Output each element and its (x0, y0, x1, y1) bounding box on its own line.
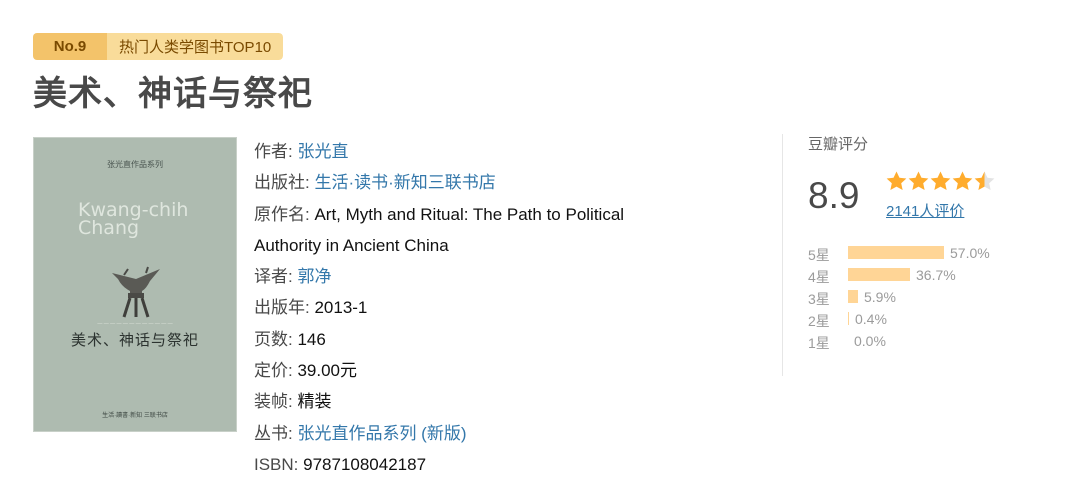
book-cover[interactable]: 张光直作品系列 Kwang-chih Chang — — — — — — — —… (33, 137, 237, 432)
rating-percent: 57.0% (950, 245, 990, 261)
star-level-label: 3星 (808, 291, 830, 307)
rating-bar-row: 3星 5.9% (808, 287, 1048, 309)
star-icon (952, 171, 973, 191)
rating-bar-fill (848, 290, 858, 303)
rank-number: No.9 (33, 33, 107, 60)
info-series-row: 丛书: 张光直作品系列 (新版) (254, 418, 624, 449)
rank-list-label: 热门人类学图书TOP10 (107, 33, 284, 60)
author-key: 作者: (254, 142, 298, 161)
cover-author-text: Kwang-chih Chang (78, 199, 189, 239)
cover-publisher-text: 生活·讀書·新知 三联书店 (102, 413, 168, 419)
bronze-vessel-icon (112, 266, 160, 318)
star-icon (908, 171, 929, 191)
year-value: 2013-1 (314, 298, 368, 318)
series-key: 丛书: (254, 423, 298, 443)
publisher-key: 出版社: (254, 173, 315, 193)
original-title-line1: Art, Myth and Ritual: The Path to Politi… (314, 204, 625, 224)
rating-bar-row: 1星 0.0% (808, 331, 1048, 353)
price-key: 定价: (254, 361, 298, 381)
info-author-row: 作者: 张光直 (254, 136, 624, 167)
star-level-label: 5星 (808, 247, 830, 263)
rating-panel: 豆瓣评分 8.9 2141人评价 (808, 133, 995, 220)
cover-title-text: 美术、神话与祭祀 (70, 331, 199, 349)
isbn-value: 9787108042187 (303, 454, 427, 474)
rating-bar-fill (848, 312, 849, 325)
publisher-link[interactable]: 生活·读书·新知三联书店 (314, 173, 495, 192)
translator-link[interactable]: 郭净 (297, 267, 331, 286)
original-title-key: 原作名: (254, 204, 315, 224)
rating-bar-row: 2星 0.4% (808, 309, 1048, 331)
series-link[interactable]: 张光直作品系列 (新版) (297, 424, 466, 443)
isbn-key: ISBN: (254, 454, 304, 474)
rating-score: 8.9 (808, 175, 860, 216)
info-original-title-row-2: Authority in Ancient China (254, 230, 624, 261)
page-title: 美术、神话与祭祀 (33, 74, 313, 114)
rating-percent: 0.4% (855, 311, 887, 327)
rating-bar-row: 5星 57.0% (808, 243, 1048, 265)
rating-header: 豆瓣评分 (808, 136, 869, 153)
rating-count-link[interactable]: 2141人评价 (886, 200, 964, 221)
star-icon (886, 171, 907, 191)
year-key: 出版年: (254, 298, 315, 318)
info-binding-row: 装帧: 精装 (254, 386, 624, 417)
star-icon (930, 171, 951, 191)
info-translator-row: 译者: 郭净 (254, 261, 624, 292)
star-level-label: 4星 (808, 269, 830, 285)
price-value: 39.00元 (297, 361, 357, 381)
rating-breakdown: 5星 57.0% 4星 36.7% 3星 5.9% 2星 0.4% 1星 0.0% (808, 243, 1048, 353)
binding-key: 装帧: (254, 392, 298, 412)
section-divider (782, 134, 783, 376)
star-icon (974, 171, 995, 191)
info-price-row: 定价: 39.00元 (254, 355, 624, 386)
star-level-label: 2星 (808, 313, 830, 329)
author-link[interactable]: 张光直 (297, 142, 348, 161)
rating-bar-fill (848, 268, 910, 281)
binding-value: 精装 (297, 392, 332, 412)
cover-series-text: 张光直作品系列 (107, 160, 163, 169)
rating-bar-fill (848, 246, 944, 259)
star-rating (885, 170, 995, 193)
original-title-line2: Authority in Ancient China (254, 235, 449, 255)
cover-subtitle-lines: — — — — — — — — — — — — (97, 321, 173, 327)
rating-percent: 5.9% (864, 289, 896, 305)
info-isbn-row: ISBN: 9787108042187 (254, 449, 624, 480)
book-info: 作者: 张光直 出版社: 生活·读书·新知三联书店 原作名: Art, Myth… (254, 136, 624, 480)
rating-percent: 0.0% (854, 333, 886, 349)
pages-key: 页数: (254, 329, 298, 349)
info-year-row: 出版年: 2013-1 (254, 292, 624, 323)
translator-key: 译者: (254, 267, 298, 287)
rating-bar-row: 4星 36.7% (808, 265, 1048, 287)
info-pages-row: 页数: 146 (254, 324, 624, 355)
info-publisher-row: 出版社: 生活·读书·新知三联书店 (254, 167, 624, 198)
pages-value: 146 (297, 329, 326, 349)
info-original-title-row: 原作名: Art, Myth and Ritual: The Path to P… (254, 199, 624, 230)
star-level-label: 1星 (808, 335, 830, 351)
rating-percent: 36.7% (916, 267, 956, 283)
rank-badge[interactable]: No.9 热门人类学图书TOP10 (33, 33, 284, 60)
